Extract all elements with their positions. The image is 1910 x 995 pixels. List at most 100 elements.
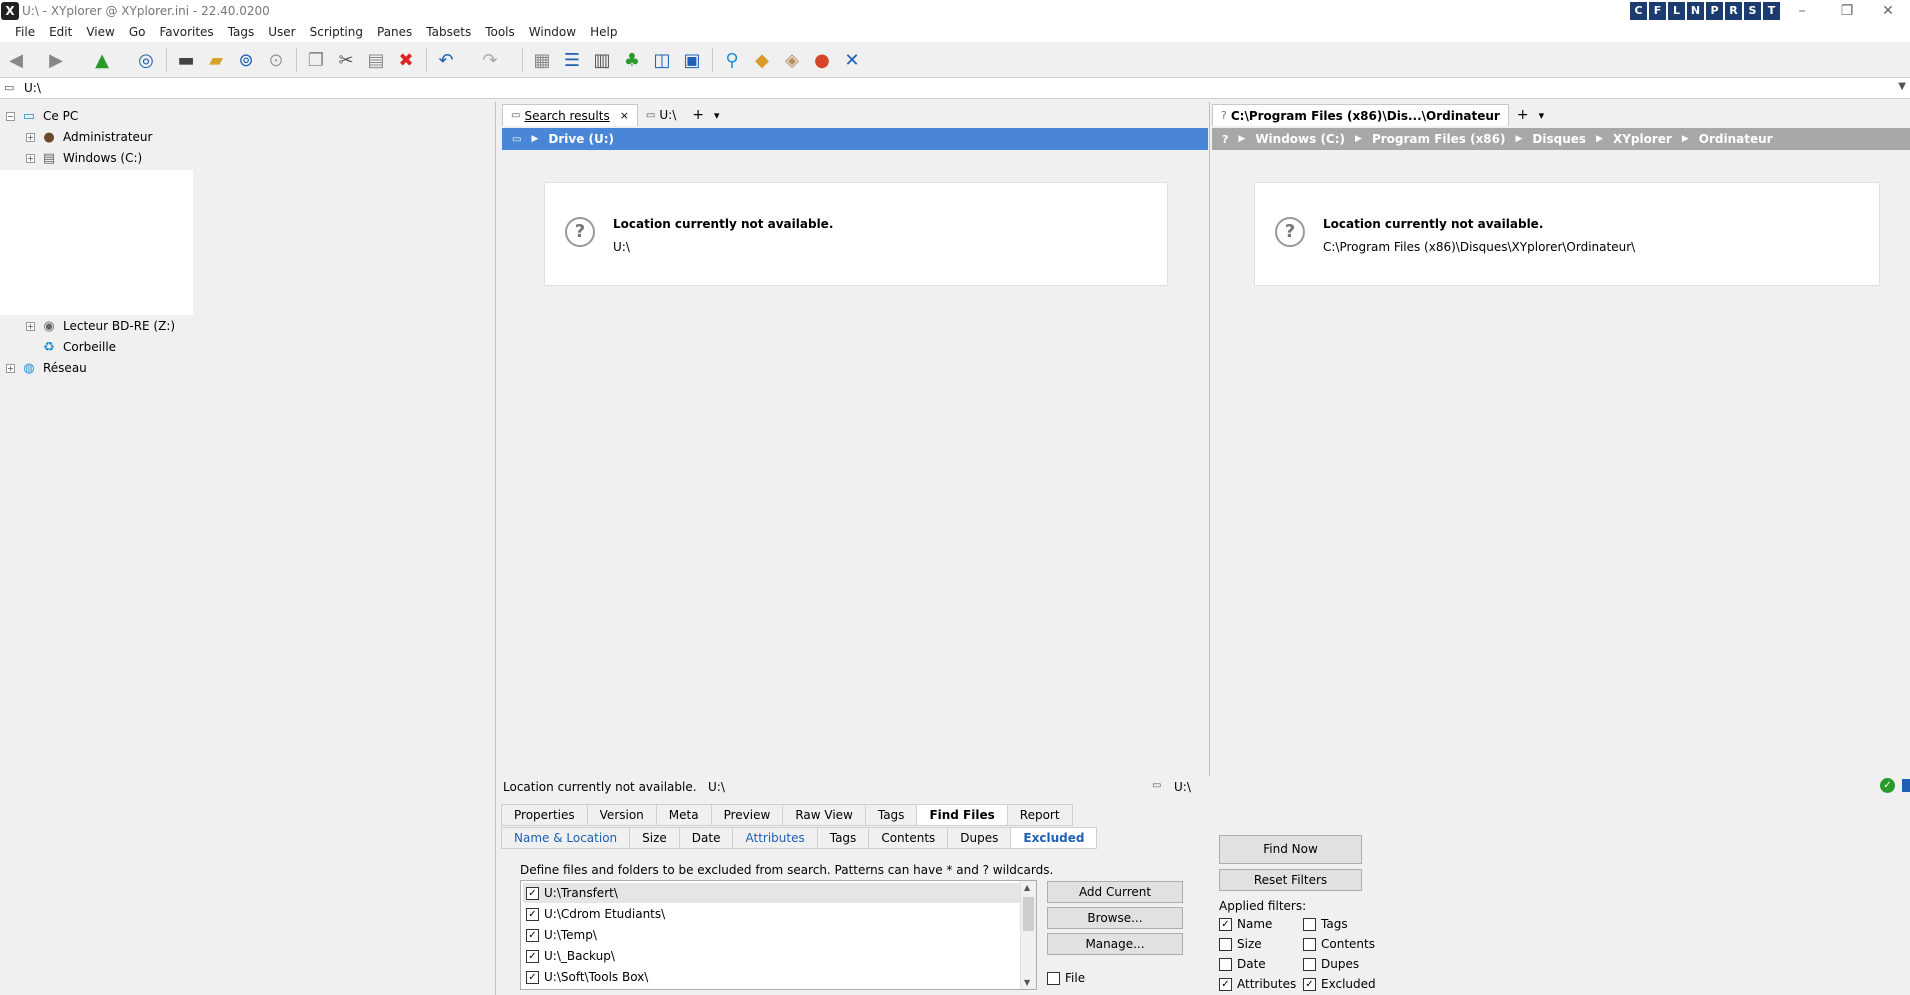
tree-expander[interactable]: + [26, 132, 35, 142]
menu-tools[interactable]: Tools [478, 22, 522, 42]
checkbox[interactable] [1219, 937, 1232, 951]
single-pane-icon[interactable]: ▣ [680, 48, 704, 72]
list-item[interactable]: ✓ U:\Soft\Tools Box\ [523, 967, 1021, 987]
tab-report[interactable]: Report [1006, 804, 1073, 826]
manage-button[interactable]: Manage... [1047, 933, 1183, 955]
checkbox[interactable]: ✓ [526, 949, 539, 963]
checkbox[interactable]: ✓ [526, 970, 539, 984]
menu-user[interactable]: User [261, 22, 302, 42]
tree-icon[interactable]: ♣ [620, 48, 644, 72]
tree-item-ce-pc[interactable]: − ▭ Ce PC [6, 106, 78, 126]
chevron-right-icon[interactable]: ▶ [1355, 134, 1362, 144]
paste-icon[interactable]: ▤ [364, 48, 388, 72]
computer-icon[interactable]: ▬ [174, 48, 198, 72]
list-scrollbar[interactable]: ▲ ▼ [1020, 881, 1036, 989]
tree-item-reseau[interactable]: + ◍ Réseau [6, 358, 87, 378]
tree-item-windows-c[interactable]: + ▤ Windows (C:) [26, 148, 142, 168]
file-checkbox-row[interactable]: File [1047, 971, 1085, 985]
tab-find-tags[interactable]: Tags [816, 827, 869, 849]
tab-dupes[interactable]: Dupes [947, 827, 1011, 849]
indicator-n[interactable]: N [1687, 2, 1704, 20]
menu-panes[interactable]: Panes [370, 22, 419, 42]
tab-raw-view[interactable]: Raw View [782, 804, 865, 826]
new-tab-button[interactable]: + [684, 104, 712, 126]
menu-help[interactable]: Help [583, 22, 624, 42]
scroll-up-icon[interactable]: ▲ [1024, 883, 1030, 892]
tag-icon[interactable]: ◈ [780, 48, 804, 72]
tab-attributes[interactable]: Attributes [732, 827, 817, 849]
breadcrumb-item[interactable]: Ordinateur [1699, 132, 1773, 146]
breadcrumb-item[interactable]: Windows (C:) [1255, 132, 1345, 146]
panel-icon[interactable] [1902, 779, 1910, 792]
address-input[interactable]: U:\ [24, 81, 41, 95]
undo-icon[interactable]: ↶ [434, 48, 458, 72]
menu-edit[interactable]: Edit [42, 22, 79, 42]
tab-menu-button[interactable]: ▾ [1537, 104, 1553, 126]
tab-date[interactable]: Date [678, 827, 733, 849]
checkbox[interactable] [1047, 971, 1060, 985]
tab-tags[interactable]: Tags [864, 804, 917, 826]
tab-properties[interactable]: Properties [501, 804, 587, 826]
tab-find-files[interactable]: Find Files [916, 804, 1007, 826]
cflnprst-indicators[interactable]: C F L N P R S T [1630, 2, 1780, 20]
chevron-right-icon[interactable]: ▶ [531, 134, 538, 144]
minimize-button[interactable]: – [1780, 0, 1824, 22]
filter-excluded[interactable]: ✓ Excluded [1303, 977, 1376, 991]
checkbox[interactable]: ✓ [526, 928, 539, 942]
filter-attributes[interactable]: ✓ Attributes [1219, 977, 1296, 991]
tab-contents[interactable]: Contents [868, 827, 948, 849]
up-arrow-icon[interactable]: ▲ [90, 48, 114, 72]
breadcrumb-item[interactable]: Drive (U:) [548, 132, 614, 146]
target-icon[interactable]: ◎ [134, 48, 158, 72]
menu-scripting[interactable]: Scripting [303, 22, 370, 42]
forward-arrow-icon[interactable]: ▶ [44, 48, 68, 72]
indicator-r[interactable]: R [1725, 2, 1742, 20]
chevron-right-icon[interactable]: ▶ [1516, 134, 1523, 144]
redo-icon[interactable]: ↷ [478, 48, 502, 72]
indicator-c[interactable]: C [1630, 2, 1647, 20]
menu-view[interactable]: View [79, 22, 121, 42]
filter-dupes[interactable]: Dupes [1303, 957, 1359, 971]
new-folder-icon[interactable]: ▰ [204, 48, 228, 72]
new-tab-button[interactable]: + [1509, 104, 1537, 126]
restore-button[interactable]: ❐ [1825, 0, 1869, 22]
find-now-button[interactable]: Find Now [1219, 835, 1362, 864]
ok-check-icon[interactable]: ✓ [1880, 778, 1895, 793]
filter-size[interactable]: Size [1219, 937, 1262, 951]
scroll-thumb[interactable] [1023, 897, 1034, 931]
filter-tags[interactable]: Tags [1303, 917, 1348, 931]
tree-item-administrateur[interactable]: + ● Administrateur [26, 127, 152, 147]
checkbox[interactable]: ✓ [526, 886, 539, 900]
menu-favorites[interactable]: Favorites [152, 22, 220, 42]
scroll-down-icon[interactable]: ▼ [1024, 978, 1030, 987]
chevron-down-icon[interactable]: ▼ [1898, 81, 1906, 92]
filter-name[interactable]: ✓ Name [1219, 917, 1272, 931]
checkbox[interactable]: ✓ [1303, 977, 1316, 991]
address-bar[interactable]: ▭ U:\ ▼ [0, 77, 1910, 99]
excluded-list[interactable]: ✓ U:\Transfert\ ✓ U:\Cdrom Etudiants\ ✓ … [520, 880, 1037, 990]
breadcrumb-item[interactable]: XYplorer [1613, 132, 1672, 146]
cut-icon[interactable]: ✂ [334, 48, 358, 72]
back-arrow-icon[interactable]: ◀ [4, 48, 28, 72]
tab-search-results[interactable]: ▭ Search results × [502, 104, 638, 126]
dual-pane-icon[interactable]: ◫ [650, 48, 674, 72]
list-item[interactable]: ✓ U:\Transfert\ [523, 883, 1021, 903]
search-icon[interactable]: ⚲ [720, 48, 744, 72]
checkbox[interactable] [1303, 917, 1316, 931]
menu-go[interactable]: Go [122, 22, 153, 42]
tab-close-icon[interactable]: × [620, 109, 629, 122]
close-button[interactable]: ✕ [1866, 0, 1910, 22]
checkbox[interactable]: ✓ [1219, 977, 1232, 991]
checkbox[interactable]: ✓ [1219, 917, 1232, 931]
list-item[interactable]: ✓ U:\Cdrom Etudiants\ [523, 904, 1021, 924]
thumbnails-view-icon[interactable]: ▦ [530, 48, 554, 72]
filter-date[interactable]: Date [1219, 957, 1266, 971]
tree-expander[interactable]: + [26, 153, 35, 163]
breadcrumb-item[interactable]: Program Files (x86) [1372, 132, 1506, 146]
details-view-icon[interactable]: ☰ [560, 48, 584, 72]
menu-window[interactable]: Window [522, 22, 583, 42]
find-icon[interactable]: ⊚ [234, 48, 258, 72]
menu-tabsets[interactable]: Tabsets [419, 22, 478, 42]
checkbox[interactable] [1303, 957, 1316, 971]
tools-icon[interactable]: ✕ [840, 48, 864, 72]
